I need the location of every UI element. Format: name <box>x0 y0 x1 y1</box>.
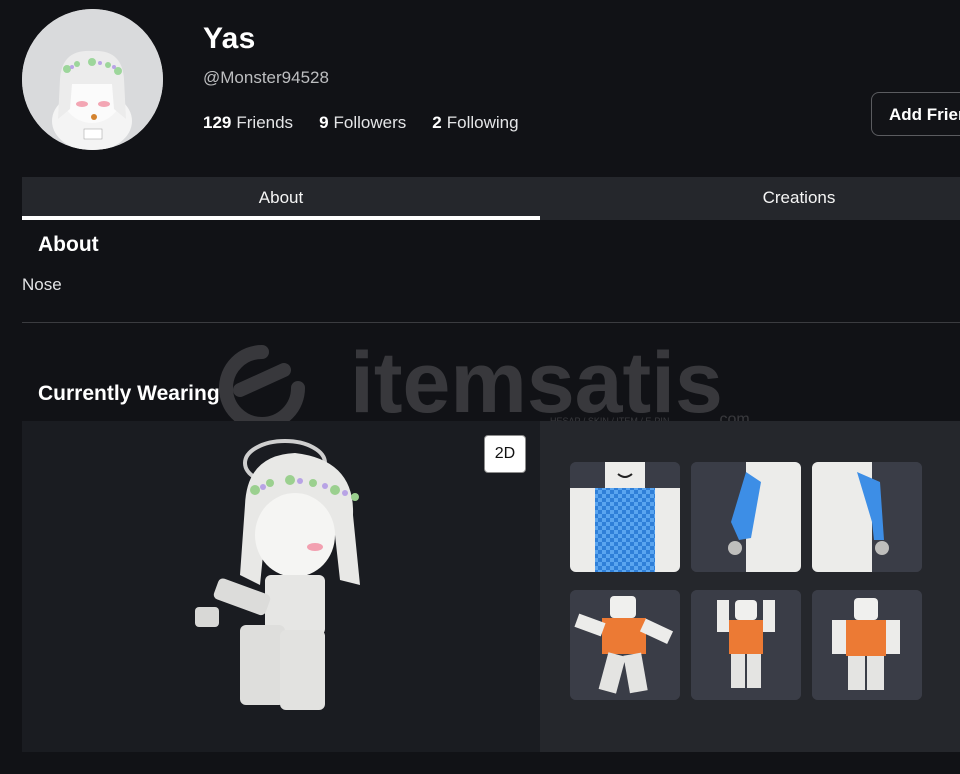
friends-label: Friends <box>236 113 294 132</box>
following-stat[interactable]: 2 Following <box>432 113 518 133</box>
orange-outfit-icon <box>570 590 680 700</box>
watermark-logo: itemsatis HESAP / SKIN / ITEM / E-PIN .c… <box>219 340 750 430</box>
friends-count: 129 <box>203 113 232 132</box>
about-heading: About <box>38 233 99 256</box>
avatar-3d-figure <box>195 439 360 710</box>
avatar[interactable] <box>22 9 163 150</box>
following-label: Following <box>446 113 519 132</box>
tab-about[interactable]: About <box>22 177 540 220</box>
profile-page: Yas @Monster94528 129 Friends 9 Followers … <box>0 0 960 774</box>
view-2d-toggle-button[interactable]: 2D <box>484 435 526 473</box>
wearing-item-sleeve-left[interactable] <box>812 462 922 572</box>
followers-stat[interactable]: 9 Followers <box>319 113 406 133</box>
wearing-item-outfit-3[interactable] <box>812 590 922 700</box>
following-count: 2 <box>432 113 442 132</box>
add-friend-button[interactable]: Add Friend <box>871 92 960 136</box>
currently-wearing-heading: Currently Wearing <box>38 382 220 405</box>
blue-sleeve-icon <box>691 462 801 572</box>
section-divider <box>22 322 960 323</box>
blue-sleeve-icon <box>812 462 922 572</box>
avatar-headshot-image <box>22 9 163 150</box>
orange-outfit-icon <box>691 590 801 700</box>
friends-stat[interactable]: 129 Friends <box>203 113 293 133</box>
wearing-item-shirt[interactable] <box>570 462 680 572</box>
display-name: Yas <box>203 22 256 55</box>
profile-tabs: About Creations <box>22 177 960 220</box>
tab-creations[interactable]: Creations <box>540 177 960 220</box>
wearing-item-sleeve-right[interactable] <box>691 462 801 572</box>
followers-label: Followers <box>333 113 407 132</box>
wearing-item-outfit-2[interactable] <box>691 590 801 700</box>
blue-shirt-icon <box>570 462 680 572</box>
username: @Monster94528 <box>203 68 329 87</box>
wearing-item-outfit-1[interactable] <box>570 590 680 700</box>
svg-text:itemsatis: itemsatis <box>350 340 723 430</box>
profile-stats: 129 Friends 9 Followers 2 Following <box>203 113 519 133</box>
orange-outfit-icon <box>812 590 922 700</box>
followers-count: 9 <box>319 113 329 132</box>
about-description: Nose <box>22 275 62 294</box>
